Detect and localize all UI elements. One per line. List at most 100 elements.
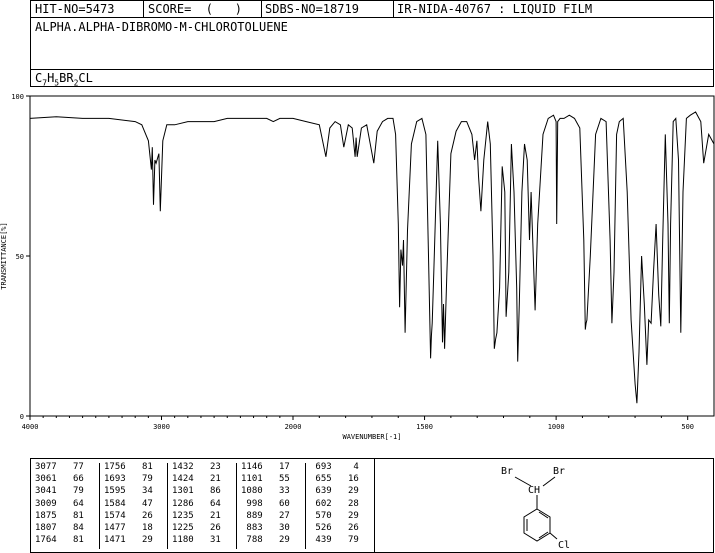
peak-transmittance: 55 — [262, 474, 290, 485]
header-divider — [261, 1, 262, 17]
peak-transmittance: 16 — [331, 474, 359, 485]
peak-row: 1574 26 — [104, 510, 153, 521]
peak-row: 1286 64 — [172, 498, 221, 509]
peak-transmittance: 26 — [125, 510, 153, 521]
peak-wavenumber: 1875 — [35, 510, 57, 521]
peak-transmittance: 27 — [262, 510, 290, 521]
peak-row: 1471 29 — [104, 535, 153, 545]
peak-row: 1180 31 — [172, 535, 221, 546]
peak-transmittance: 34 — [125, 486, 153, 497]
peak-transmittance: 30 — [262, 523, 290, 533]
compound-name: ALPHA.ALPHA-DIBROMO-M-CHLOROTOLUENE — [35, 20, 288, 34]
spectrum-line — [29, 111, 715, 404]
peak-row: 693 4 — [310, 462, 358, 472]
peak-row: 1235 21 — [172, 510, 221, 521]
x-tick-label: 1000 — [548, 423, 565, 431]
peak-wavenumber: 1301 — [172, 486, 194, 497]
peak-wavenumber: 1584 — [104, 498, 126, 509]
peak-wavenumber: 3077 — [35, 462, 57, 472]
peak-wavenumber: 1101 — [241, 474, 263, 485]
chlorine-label: Cl — [558, 540, 570, 551]
peak-row: 602 28 — [310, 498, 359, 509]
ch-label: CH — [528, 485, 540, 496]
peak-row: 655 16 — [310, 474, 359, 485]
peak-wavenumber: 1225 — [172, 523, 194, 533]
peak-wavenumber: 1424 — [172, 474, 194, 485]
peak-row: 1756 81 — [104, 462, 153, 472]
peak-transmittance: 60 — [262, 498, 290, 509]
peak-wavenumber: 570 — [310, 510, 332, 521]
peak-wavenumber: 1180 — [172, 535, 194, 546]
peak-row: 998 60 — [241, 498, 290, 509]
y-tick-label: 0 — [20, 413, 24, 421]
peak-wavenumber: 639 — [310, 486, 332, 497]
peak-wavenumber: 1080 — [241, 486, 263, 497]
peak-wavenumber: 3009 — [35, 498, 57, 509]
peak-transmittance: 28 — [331, 498, 359, 509]
peak-row: 1584 47 — [104, 498, 153, 509]
peak-transmittance: 26 — [193, 523, 221, 533]
peak-wavenumber: 889 — [241, 510, 263, 521]
x-tick-label: 2000 — [285, 423, 302, 431]
ir-info: IR-NIDA-40767 : LIQUID FILM — [397, 2, 593, 16]
peak-row: 1764 81 — [35, 535, 84, 546]
peak-row: 1693 79 — [104, 474, 153, 485]
peak-row: 1301 86 — [172, 487, 221, 496]
bond-br-right — [542, 476, 556, 487]
peak-transmittance: 79 — [125, 474, 153, 485]
peak-transmittance: 17 — [262, 462, 290, 472]
peak-transmittance: 77 — [56, 462, 84, 472]
y-axis: 0 50 100 — [11, 93, 30, 421]
benzene-ring — [523, 508, 551, 542]
peak-transmittance: 21 — [193, 510, 221, 521]
peak-row: 439 79 — [310, 535, 359, 546]
peak-wavenumber: 788 — [241, 535, 263, 546]
peak-transmittance: 79 — [331, 535, 359, 546]
x-axis: 4000 3000 2000 1500 1000 500 — [22, 416, 694, 431]
peak-transmittance: 21 — [193, 474, 221, 485]
peak-wavenumber: 655 — [310, 474, 332, 485]
y-tick-label: 100 — [11, 93, 24, 101]
peak-wavenumber: 1764 — [35, 535, 57, 546]
peak-wavenumber: 1574 — [104, 510, 126, 521]
molecule-structure: Br Br CH Cl — [501, 466, 570, 551]
bond-ring-cl — [549, 532, 558, 540]
peak-row: 3041 79 — [35, 487, 84, 496]
peak-row: 889 27 — [241, 510, 290, 521]
peak-transmittance: 33 — [262, 486, 290, 497]
peak-transmittance: 31 — [193, 535, 221, 546]
hit-number: HIT-NO=5473 — [35, 2, 115, 16]
peak-table: 3077 77 3061 66 3041 79 3009 64 1875 81 1807 … — [30, 458, 714, 553]
x-tick-label: 1500 — [416, 423, 433, 431]
peak-row: 3009 64 — [35, 498, 84, 509]
peak-wavenumber: 1756 — [104, 462, 126, 472]
peak-row: 1225 26 — [172, 523, 221, 533]
header-divider — [393, 1, 394, 17]
peak-wavenumber: 693 — [310, 462, 332, 472]
peak-row: 1432 23 — [172, 462, 221, 472]
peak-transmittance: 81 — [125, 462, 153, 472]
peak-row: 3077 77 — [35, 462, 84, 472]
bromine-right-label: Br — [553, 466, 565, 477]
peak-row: 1101 55 — [241, 474, 290, 485]
peak-wavenumber: 1432 — [172, 462, 194, 472]
peak-wavenumber: 1146 — [241, 462, 263, 472]
plot-frame — [29, 95, 715, 417]
peak-row: 526 26 — [310, 523, 358, 533]
peak-transmittance: 86 — [193, 486, 221, 497]
peak-transmittance: 18 — [125, 523, 153, 533]
peak-column: 1146 17 1101 55 1080 33 998 60 889 27 883 … — [236, 462, 306, 549]
peak-transmittance: 64 — [193, 498, 221, 509]
peak-row: 883 30 — [241, 523, 290, 533]
peak-wavenumber: 883 — [241, 523, 263, 533]
peak-transmittance: 64 — [56, 498, 84, 509]
x-tick-label: 500 — [681, 423, 694, 431]
peak-wavenumber: 1595 — [104, 486, 126, 497]
peak-column: 1432 23 1424 21 1301 86 1286 64 1235 21 1225 … — [167, 462, 237, 549]
peak-row: 1424 21 — [172, 474, 221, 485]
peak-row: 1146 17 — [241, 462, 290, 472]
peak-wavenumber: 3041 — [35, 486, 57, 497]
peak-transmittance: 66 — [56, 474, 84, 485]
peak-row: 1807 84 — [35, 523, 84, 533]
peak-transmittance: 29 — [331, 510, 359, 521]
